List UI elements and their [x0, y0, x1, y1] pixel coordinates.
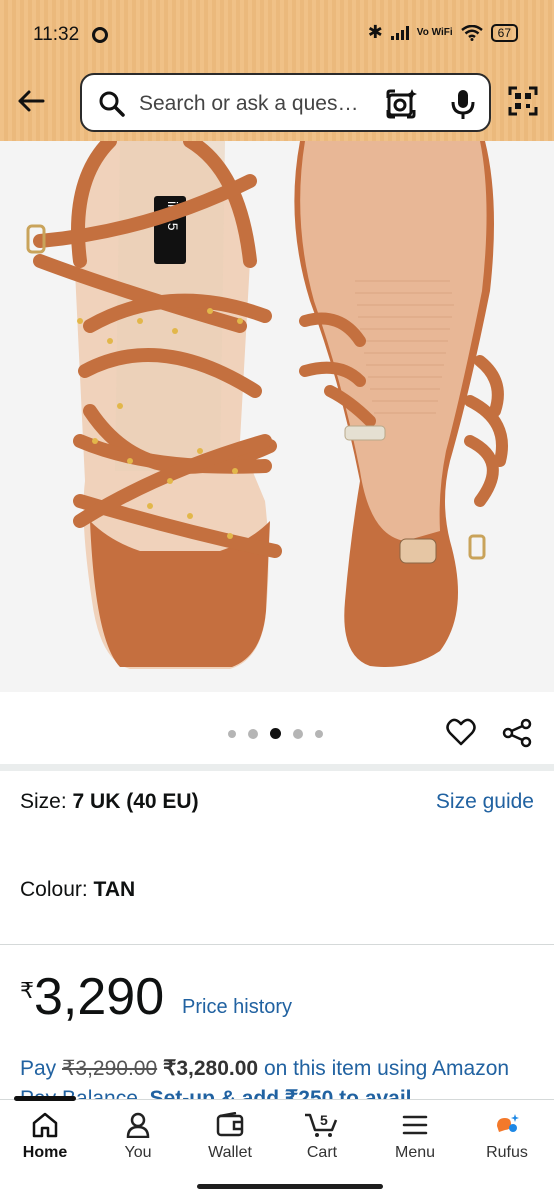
- notification-dot-icon: [92, 27, 108, 43]
- back-arrow-icon[interactable]: [16, 86, 46, 116]
- search-bar[interactable]: Search or ask a ques…: [80, 73, 491, 132]
- status-icons: ✱ Vo WiFi 67: [368, 22, 518, 43]
- currency-symbol: ₹: [20, 978, 34, 1003]
- offer-description: on this item using: [263, 1057, 428, 1080]
- size-row[interactable]: Size: 7 UK (40 EU): [20, 790, 199, 814]
- qr-scan-icon[interactable]: [508, 86, 538, 116]
- share-icon[interactable]: [502, 718, 532, 748]
- wallet-icon: [216, 1112, 244, 1137]
- colour-row[interactable]: Colour: TAN: [20, 878, 135, 902]
- nav-rufus[interactable]: Rufus: [467, 1112, 547, 1162]
- nav-you[interactable]: You: [98, 1112, 178, 1162]
- nav-menu[interactable]: Menu: [375, 1112, 455, 1162]
- carousel-dot[interactable]: [248, 728, 258, 739]
- user-icon: [126, 1112, 150, 1138]
- nav-cart[interactable]: 5 Cart: [282, 1112, 362, 1162]
- nav-wallet[interactable]: Wallet: [190, 1112, 270, 1162]
- nav-menu-label: Menu: [394, 1144, 436, 1161]
- cart-count: 5: [320, 1112, 328, 1128]
- heart-icon[interactable]: [446, 718, 476, 746]
- battery-indicator: 67: [490, 23, 518, 42]
- size-label: Size:: [20, 790, 67, 813]
- bluetooth-icon: ✱: [367, 22, 383, 42]
- nav-you-label: You: [124, 1144, 152, 1161]
- nav-home[interactable]: Home: [5, 1112, 85, 1162]
- carousel-dot[interactable]: [228, 729, 236, 738]
- nav-rufus-label: Rufus: [486, 1144, 528, 1161]
- bottom-nav: Home You Wallet 5 Cart Menu Rufus: [0, 1096, 554, 1199]
- price-value: 3,290: [34, 968, 165, 1026]
- carousel-dot[interactable]: [293, 728, 303, 739]
- mic-icon[interactable]: [450, 87, 476, 121]
- home-icon: [32, 1112, 58, 1138]
- nav-wallet-label: Wallet: [208, 1144, 252, 1161]
- carousel-dots[interactable]: [228, 728, 323, 739]
- nav-home-label: Home: [22, 1144, 68, 1161]
- colour-label: Colour:: [20, 878, 88, 901]
- rufus-icon: [497, 1114, 519, 1132]
- carousel-dot[interactable]: [315, 729, 323, 738]
- product-image[interactable]: inc.5: [0, 141, 554, 692]
- offer-new-price: ₹3,280.00: [162, 1057, 259, 1080]
- signal-icon: [390, 25, 409, 40]
- offer-text[interactable]: Pay ₹3,290.00 ₹3,280.00 on this item usi…: [20, 1054, 540, 1100]
- system-home-bar[interactable]: [197, 1184, 383, 1189]
- search-input[interactable]: Search or ask a ques…: [139, 92, 358, 116]
- divider: [0, 944, 554, 945]
- sandal-illustration: inc.5: [26, 141, 508, 669]
- active-tab-indicator: [14, 1096, 76, 1101]
- search-icon: [99, 91, 125, 117]
- cart-icon: 5: [305, 1112, 338, 1137]
- nav-cart-label: Cart: [306, 1144, 338, 1161]
- menu-icon: [402, 1115, 428, 1135]
- status-time: 11:32: [33, 24, 80, 45]
- colour-value: TAN: [93, 878, 136, 901]
- status-bar: 11:32 ✱ Vo WiFi 67: [0, 0, 554, 64]
- offer-old-price: ₹3,290.00: [62, 1057, 158, 1080]
- offer-pay: Pay: [20, 1057, 57, 1080]
- price: ₹ 3,290: [20, 968, 164, 1026]
- wifi-icon: [460, 24, 483, 41]
- size-guide-link[interactable]: Size guide: [436, 790, 534, 814]
- price-history-link[interactable]: Price history: [182, 996, 292, 1019]
- vowifi-label: Vo WiFi: [416, 26, 453, 38]
- carousel-dot-active[interactable]: [270, 728, 281, 739]
- size-value: 7 UK (40 EU): [72, 790, 199, 813]
- section-divider: [0, 764, 554, 771]
- camera-lens-icon[interactable]: [384, 87, 418, 121]
